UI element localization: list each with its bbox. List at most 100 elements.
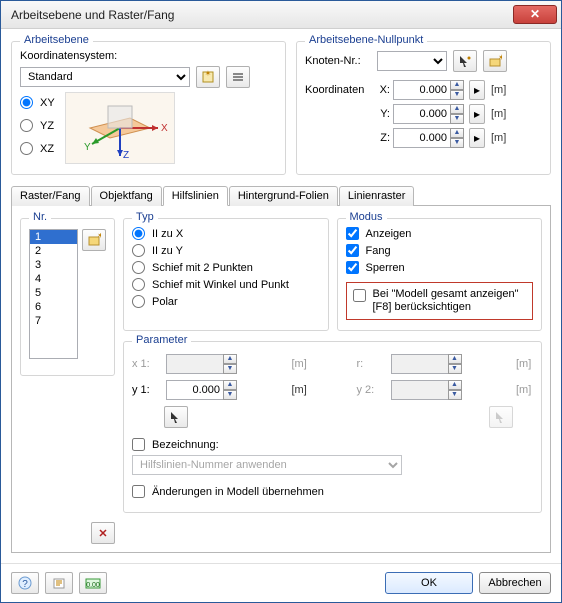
plane-preview: X Y Z — [65, 92, 175, 164]
axis-y-label: Y: — [376, 108, 390, 120]
param-y1-input[interactable] — [166, 380, 224, 400]
plane-yz[interactable]: YZ — [20, 119, 55, 132]
koordsystem-label: Koordinatensystem: — [20, 50, 117, 62]
modus-sperren[interactable]: Sperren — [346, 261, 534, 274]
coord-z-up[interactable]: ▲ — [450, 128, 464, 138]
titlebar: Arbeitsebene und Raster/Fang ✕ — [1, 1, 561, 29]
list-icon — [231, 70, 245, 84]
coord-y-down[interactable]: ▼ — [450, 114, 464, 124]
param-x1-input — [166, 354, 224, 374]
coord-x-down[interactable]: ▼ — [450, 90, 464, 100]
pick-node-icon — [458, 54, 472, 68]
param-r-up: ▲ — [448, 354, 462, 364]
param-r-label: r: — [357, 358, 387, 370]
plane-xy[interactable]: XY — [20, 96, 55, 109]
tab-rasterfang[interactable]: Raster/Fang — [11, 186, 90, 206]
list-item[interactable]: 3 — [30, 258, 77, 272]
group-typ: Typ II zu X II zu Y Schief mit 2 Punkten… — [123, 218, 329, 331]
coord-y-input[interactable] — [393, 104, 451, 124]
preset-button[interactable] — [45, 572, 73, 594]
knoten-label: Knoten-Nr.: — [305, 55, 373, 67]
nr-new-button[interactable]: ✶ — [82, 229, 106, 251]
legend-typ: Typ — [132, 211, 158, 223]
param-y2-unit: [m] — [516, 384, 533, 396]
bezeichnung-check[interactable]: Bezeichnung: — [132, 438, 533, 451]
coord-z-unit: [m] — [491, 132, 506, 144]
tab-hintergrund[interactable]: Hintergrund-Folien — [229, 186, 338, 206]
typ-schief2[interactable]: Schief mit 2 Punkten — [132, 261, 320, 274]
typ-ii-y[interactable]: II zu Y — [132, 244, 320, 257]
coord-z-menu[interactable]: ▸ — [469, 128, 485, 148]
axes-preview-icon: X Y Z — [70, 96, 170, 160]
param-x1-up: ▲ — [223, 354, 237, 364]
group-nr: Nr. 1 2 3 4 5 6 7 ✶ — [20, 218, 115, 376]
nr-list[interactable]: 1 2 3 4 5 6 7 — [29, 229, 78, 359]
tab-linienraster[interactable]: Linienraster — [339, 186, 414, 206]
typ-ii-x[interactable]: II zu X — [132, 227, 320, 240]
typ-schiefwp[interactable]: Schief mit Winkel und Punkt — [132, 278, 320, 291]
param-x1-label: x 1: — [132, 358, 162, 370]
param-y2-input — [391, 380, 449, 400]
modus-anzeigen[interactable]: Anzeigen — [346, 227, 534, 240]
legend-parameter: Parameter — [132, 334, 191, 346]
group-modus: Modus Anzeigen Fang Sperren Bei "Modell … — [337, 218, 543, 331]
knoten-new-button[interactable]: ✶ — [483, 50, 507, 72]
modus-f8[interactable]: Bei "Modell gesamt anzeigen" [F8] berück… — [353, 288, 527, 314]
param-x1-unit: [m] — [292, 358, 309, 370]
units-button[interactable]: 0.00 — [79, 572, 107, 594]
list-item[interactable]: 2 — [30, 244, 77, 258]
group-arbeitsebene: Arbeitsebene Koordinatensystem: Standard… — [11, 41, 286, 175]
svg-text:✶: ✶ — [498, 54, 502, 62]
units-icon: 0.00 — [85, 576, 101, 590]
param-r-down: ▼ — [448, 364, 462, 374]
list-item[interactable]: 4 — [30, 272, 77, 286]
cancel-button[interactable]: Abbrechen — [479, 572, 551, 594]
koordsystem-edit-button[interactable] — [226, 66, 250, 88]
param-pick1-button[interactable] — [164, 406, 188, 428]
apply-changes-check[interactable]: Änderungen in Modell übernehmen — [132, 485, 533, 498]
dialog-footer: ? 0.00 OK Abbrechen — [1, 563, 561, 602]
dialog-content: Arbeitsebene Koordinatensystem: Standard… — [1, 29, 561, 563]
coord-x-unit: [m] — [491, 84, 506, 96]
param-y1-unit: [m] — [292, 384, 309, 396]
list-item[interactable]: 7 — [30, 314, 77, 328]
knoten-pick-button[interactable] — [453, 50, 477, 72]
pick-point-icon — [169, 410, 183, 424]
ok-button[interactable]: OK — [385, 572, 473, 594]
koordsystem-select[interactable]: Standard — [20, 67, 190, 87]
tab-objektfang[interactable]: Objektfang — [91, 186, 162, 206]
close-button[interactable]: ✕ — [513, 5, 557, 24]
help-button[interactable]: ? — [11, 572, 39, 594]
param-r-unit: [m] — [516, 358, 533, 370]
param-pick2-button — [489, 406, 513, 428]
tab-hilfslinien[interactable]: Hilfslinien — [163, 186, 228, 206]
pick-point-disabled-icon — [494, 410, 508, 424]
typ-polar[interactable]: Polar — [132, 295, 320, 308]
svg-text:✶: ✶ — [97, 233, 101, 240]
svg-text:✶: ✶ — [205, 70, 212, 78]
param-y1-down[interactable]: ▼ — [223, 390, 237, 400]
coord-x-menu[interactable]: ▸ — [469, 80, 485, 100]
help-icon: ? — [18, 576, 32, 590]
svg-text:Y: Y — [84, 142, 91, 153]
coord-y-up[interactable]: ▲ — [450, 104, 464, 114]
plane-xz[interactable]: XZ — [20, 142, 55, 155]
modus-fang[interactable]: Fang — [346, 244, 534, 257]
knoten-select[interactable] — [377, 51, 447, 71]
window-title: Arbeitsebene und Raster/Fang — [11, 8, 513, 22]
coord-x-input[interactable] — [393, 80, 451, 100]
list-item[interactable]: 1 — [30, 230, 77, 244]
coord-z-input[interactable] — [393, 128, 451, 148]
nr-delete-button[interactable]: ✕ — [91, 522, 115, 544]
coord-x-up[interactable]: ▲ — [450, 80, 464, 90]
list-item[interactable]: 5 — [30, 286, 77, 300]
new-coord-icon: ✶ — [201, 70, 215, 84]
coord-y-menu[interactable]: ▸ — [469, 104, 485, 124]
koordsystem-new-button[interactable]: ✶ — [196, 66, 220, 88]
new-item-icon: ✶ — [87, 233, 101, 247]
param-x1-down: ▼ — [223, 364, 237, 374]
param-y1-up[interactable]: ▲ — [223, 380, 237, 390]
list-item[interactable]: 6 — [30, 300, 77, 314]
coord-z-down[interactable]: ▼ — [450, 138, 464, 148]
tabpage-hilfslinien: Nr. 1 2 3 4 5 6 7 ✶ — [11, 206, 551, 553]
